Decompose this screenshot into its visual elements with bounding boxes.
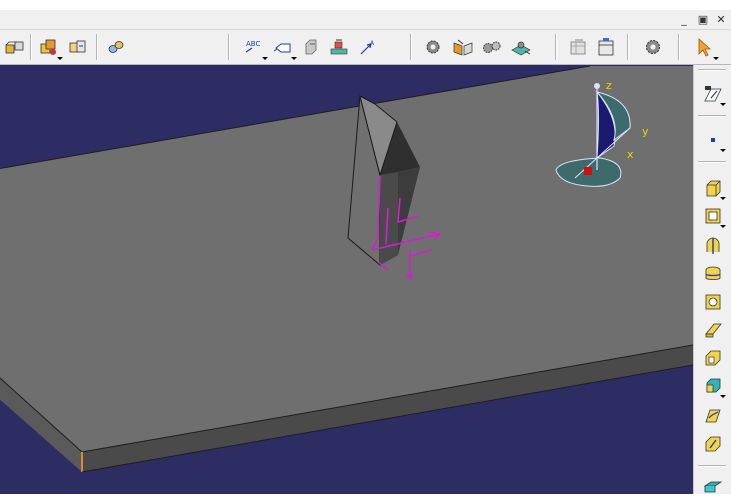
- dimension-icon[interactable]: [327, 35, 351, 59]
- gears-icon[interactable]: [480, 35, 504, 59]
- top-toolbar: ABC A: [0, 30, 731, 65]
- open-book-icon[interactable]: [451, 35, 475, 59]
- 3d-viewport[interactable]: z y x: [0, 65, 693, 494]
- svg-text:A: A: [370, 40, 375, 47]
- plate-top-face: [0, 66, 693, 452]
- stiffener-icon[interactable]: [702, 433, 724, 455]
- groove-icon[interactable]: [702, 263, 724, 285]
- slot-icon[interactable]: [702, 347, 724, 369]
- title-bar-strip: [0, 0, 731, 10]
- flag-note-icon[interactable]: [271, 35, 297, 60]
- frame-icon[interactable]: [594, 35, 618, 59]
- compass-x-label: x: [627, 148, 634, 161]
- constraint-icon[interactable]: [104, 35, 128, 59]
- compass-y-label: y: [642, 125, 649, 138]
- menu-bar: _ ▣ ✕: [0, 10, 731, 30]
- product-icon[interactable]: [37, 35, 63, 60]
- pocket-icon[interactable]: [702, 205, 726, 228]
- multi-pad-icon[interactable]: [702, 375, 726, 398]
- assembly-icon[interactable]: [3, 35, 27, 59]
- compass-z-label: z: [606, 79, 612, 92]
- loft-icon[interactable]: [702, 405, 724, 427]
- table-icon[interactable]: [566, 35, 590, 59]
- pad-icon[interactable]: [702, 177, 726, 200]
- stamp-icon[interactable]: [509, 35, 533, 59]
- rib-icon[interactable]: [702, 319, 724, 341]
- hole-icon[interactable]: [702, 291, 724, 313]
- sketch-icon[interactable]: [702, 83, 726, 106]
- component-icon[interactable]: [66, 35, 90, 59]
- shaft-icon[interactable]: [702, 235, 724, 257]
- text-abc-icon[interactable]: ABC: [242, 35, 268, 60]
- settings-gear-icon[interactable]: [421, 35, 445, 59]
- tools-gear-icon[interactable]: [641, 35, 665, 59]
- arrow-dimension-icon[interactable]: A: [356, 35, 380, 59]
- datum-icon[interactable]: [299, 35, 323, 59]
- point-icon[interactable]: [702, 129, 726, 152]
- restore-button[interactable]: ▣: [695, 11, 711, 27]
- select-cursor-icon[interactable]: [693, 35, 719, 60]
- right-toolbar: [693, 65, 731, 494]
- close-button[interactable]: ✕: [713, 11, 729, 27]
- minimize-button[interactable]: _: [676, 11, 692, 27]
- svg-text:ABC: ABC: [246, 40, 260, 48]
